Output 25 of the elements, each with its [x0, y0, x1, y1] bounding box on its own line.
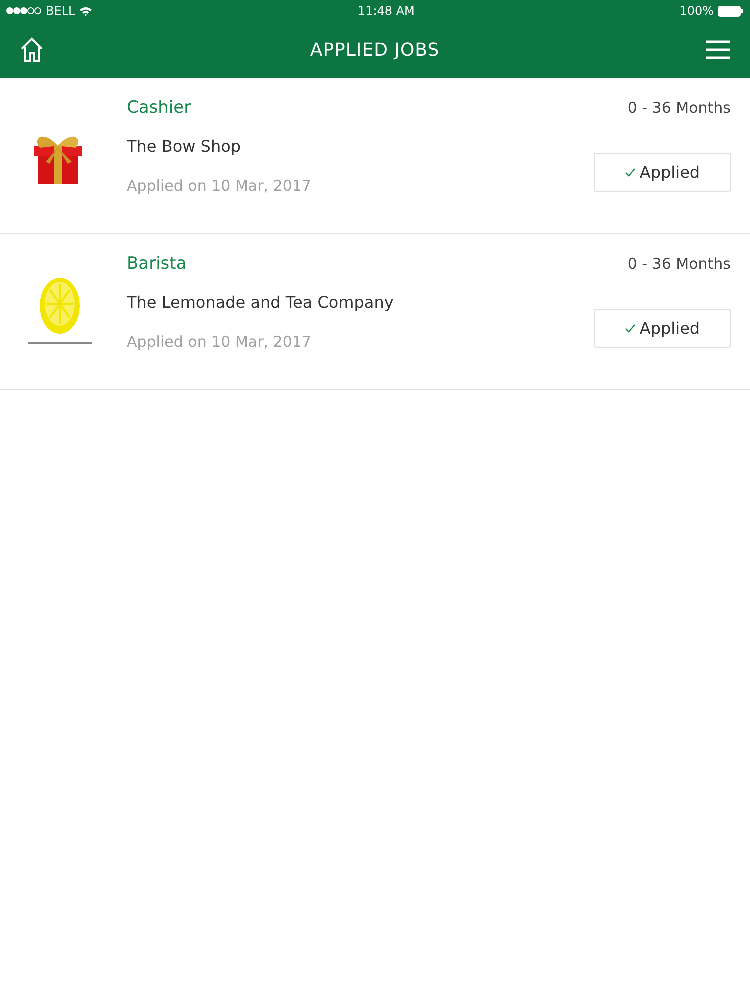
- home-icon: [20, 37, 44, 63]
- applied-button[interactable]: Applied: [594, 309, 731, 348]
- menu-button[interactable]: [706, 40, 730, 60]
- applied-button[interactable]: Applied: [594, 153, 731, 192]
- clock: 11:48 AM: [358, 3, 415, 20]
- job-card[interactable]: Barista The Lemonade and Tea Company Applied on 10 Mar, 2017 0 - 36 Months Applied: [0, 234, 750, 390]
- job-title: Barista: [127, 253, 188, 276]
- experience-range: 0 - 36 Months: [628, 254, 731, 275]
- company-name: The Bow Shop: [127, 136, 242, 158]
- check-icon: [624, 324, 636, 333]
- menu-icon: [706, 40, 730, 60]
- experience-range: 0 - 36 Months: [628, 98, 731, 119]
- job-card[interactable]: Cashier The Bow Shop Applied on 10 Mar, 2017 0 - 36 Months Applied: [0, 78, 750, 234]
- check-icon: [624, 168, 636, 177]
- applied-date: Applied on 10 Mar, 2017: [127, 332, 312, 353]
- home-button[interactable]: [20, 37, 44, 63]
- battery-percent: 100%: [680, 3, 714, 20]
- page-title: APPLIED JOBS: [310, 38, 440, 62]
- company-name: The Lemonade and Tea Company: [127, 292, 395, 314]
- wifi-icon: [79, 6, 94, 16]
- applied-date: Applied on 10 Mar, 2017: [127, 176, 312, 197]
- carrier-name: BELL: [46, 3, 76, 20]
- job-title: Cashier: [127, 97, 192, 120]
- battery-icon: [718, 6, 744, 16]
- signal-icon: [6, 7, 42, 15]
